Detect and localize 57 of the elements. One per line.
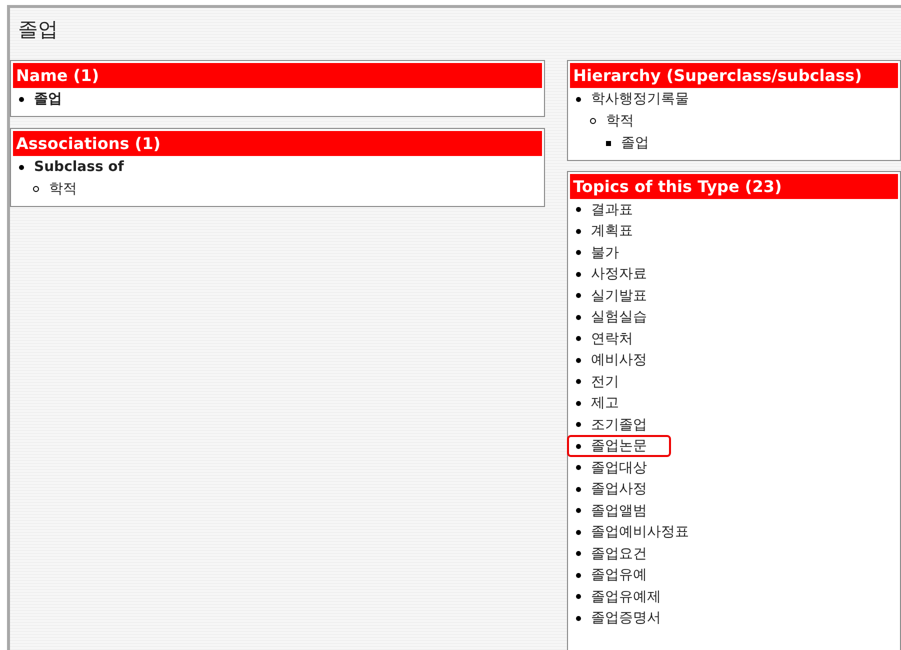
bullet-icon (576, 594, 582, 600)
topic-link[interactable]: 불가 (591, 244, 620, 262)
topic-link[interactable]: 졸업유예 (591, 566, 648, 584)
hierarchy-link[interactable]: 학사행정기록물 (591, 90, 690, 108)
bullet-icon (576, 616, 582, 621)
bullet-icon (576, 508, 582, 514)
topic-link[interactable]: 실험실습 (591, 308, 648, 326)
bullet-icon (576, 572, 582, 578)
bullet-icon (576, 96, 582, 102)
topic-link[interactable]: 실기발표 (591, 286, 648, 305)
panel-heading: Name (1) (13, 63, 542, 88)
topic-link[interactable]: 연락처 (591, 330, 634, 348)
bullet-icon (576, 422, 582, 428)
topic-link[interactable]: 졸업대상 (591, 458, 648, 477)
association-type: Subclass of (34, 159, 124, 175)
hierarchy-link[interactable]: 졸업 (621, 134, 650, 152)
hierarchy-link[interactable]: 학적 (606, 112, 634, 130)
topic-link[interactable]: 계획표 (591, 222, 634, 240)
bullet-icon (576, 530, 582, 535)
bullet-icon (576, 314, 582, 320)
bullet-icon (576, 379, 582, 384)
bullet-icon (606, 140, 612, 146)
bullet-icon (19, 96, 24, 102)
panel-heading: Associations (1) (13, 131, 542, 156)
bullet-icon (19, 164, 24, 170)
page-title: 졸업 (17, 16, 59, 43)
bullet-icon (576, 551, 582, 556)
topic-link[interactable]: 제고 (591, 394, 620, 412)
bullet-icon (576, 336, 582, 342)
bullet-icon (576, 444, 582, 449)
topic-link[interactable]: 졸업사정 (591, 480, 648, 498)
topic-link[interactable]: 졸업논문 (591, 437, 648, 456)
topic-link[interactable]: 전기 (591, 372, 620, 391)
topic-link[interactable]: 졸업증명서 (591, 609, 662, 628)
name-item: 졸업 (34, 90, 62, 108)
topic-link[interactable]: 사정자료 (591, 265, 648, 284)
topic-link[interactable]: 졸업앨범 (591, 502, 648, 520)
bullet-icon (576, 228, 582, 234)
bullet-icon (576, 400, 582, 406)
topic-link[interactable]: 졸업유예제 (591, 588, 662, 606)
bullet-icon (576, 250, 582, 256)
topic-link[interactable]: 졸업예비사정표 (591, 523, 690, 542)
bullet-icon (576, 207, 582, 212)
bullet-icon (33, 186, 39, 192)
association-link[interactable]: 학적 (49, 180, 77, 198)
panel-heading: Hierarchy (Superclass/subclass) (570, 63, 898, 88)
topic-link[interactable]: 결과표 (591, 200, 634, 219)
bullet-icon (576, 272, 582, 277)
bullet-icon (576, 465, 582, 470)
topic-link[interactable]: 졸업요건 (591, 544, 648, 563)
bullet-icon (590, 118, 596, 124)
bullet-icon (576, 293, 582, 298)
bullet-icon (576, 358, 582, 363)
bullet-icon (576, 486, 582, 492)
topic-link[interactable]: 예비사정 (591, 351, 648, 370)
topic-link[interactable]: 조기졸업 (591, 416, 648, 434)
panel-heading: Topics of this Type (23) (570, 174, 898, 199)
